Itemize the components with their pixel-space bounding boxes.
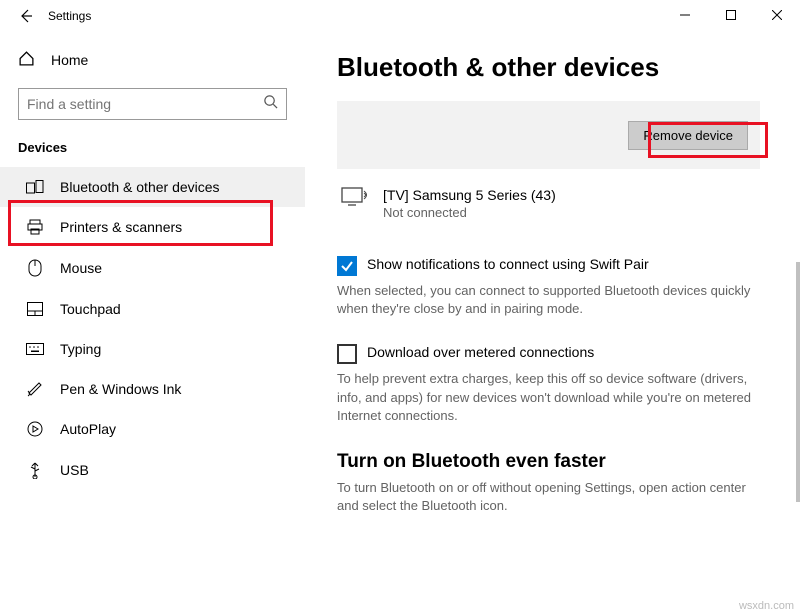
- remove-device-button[interactable]: Remove device: [628, 121, 748, 150]
- scrollbar[interactable]: [796, 262, 800, 502]
- maximize-button[interactable]: [708, 0, 754, 30]
- selected-device-banner: Remove device: [337, 101, 760, 169]
- page-title: Bluetooth & other devices: [337, 52, 760, 83]
- sidebar-item-autoplay[interactable]: AutoPlay: [0, 409, 305, 449]
- sidebar-item-touchpad[interactable]: Touchpad: [0, 289, 305, 329]
- sidebar-item-mouse[interactable]: Mouse: [0, 247, 305, 289]
- back-button[interactable]: [12, 8, 40, 24]
- touchpad-icon: [26, 302, 44, 316]
- sidebar-item-printers[interactable]: Printers & scanners: [0, 207, 305, 247]
- swift-pair-checkbox[interactable]: Show notifications to connect using Swif…: [337, 256, 760, 276]
- sidebar-item-typing[interactable]: Typing: [0, 329, 305, 369]
- sidebar-item-usb[interactable]: USB: [0, 449, 305, 491]
- devices-icon: [26, 180, 44, 194]
- usb-icon: [26, 461, 44, 479]
- sidebar-item-label: Mouse: [60, 260, 102, 276]
- autoplay-icon: [26, 421, 44, 437]
- swift-pair-description: When selected, you can connect to suppor…: [337, 282, 760, 318]
- device-name: [TV] Samsung 5 Series (43): [383, 187, 556, 203]
- swift-pair-label: Show notifications to connect using Swif…: [367, 256, 649, 272]
- search-box[interactable]: [18, 88, 287, 120]
- minimize-button[interactable]: [662, 0, 708, 30]
- tv-icon: [341, 187, 369, 214]
- window-title: Settings: [40, 9, 91, 23]
- printer-icon: [26, 219, 44, 235]
- home-icon: [18, 50, 35, 70]
- sidebar-item-label: Bluetooth & other devices: [60, 179, 220, 195]
- close-button[interactable]: [754, 0, 800, 30]
- search-input[interactable]: [27, 96, 263, 112]
- search-icon: [263, 94, 278, 114]
- faster-description: To turn Bluetooth on or off without open…: [337, 479, 760, 515]
- checkbox-unchecked-icon: [337, 344, 357, 364]
- metered-checkbox[interactable]: Download over metered connections: [337, 344, 760, 364]
- home-link[interactable]: Home: [0, 40, 305, 80]
- sidebar-item-pen[interactable]: Pen & Windows Ink: [0, 369, 305, 409]
- device-row[interactable]: [TV] Samsung 5 Series (43) Not connected: [337, 183, 760, 246]
- home-label: Home: [51, 52, 88, 68]
- main-content: Bluetooth & other devices Remove device …: [305, 32, 800, 616]
- sidebar-item-label: Printers & scanners: [60, 219, 182, 235]
- faster-heading: Turn on Bluetooth even faster: [337, 451, 760, 473]
- checkbox-checked-icon: [337, 256, 357, 276]
- sidebar-item-label: Typing: [60, 341, 101, 357]
- device-status: Not connected: [383, 205, 556, 220]
- sidebar: Home Devices Bluetooth & other devices P…: [0, 32, 305, 616]
- metered-label: Download over metered connections: [367, 344, 594, 360]
- sidebar-item-bluetooth[interactable]: Bluetooth & other devices: [0, 167, 305, 207]
- sidebar-item-label: USB: [60, 462, 89, 478]
- mouse-icon: [26, 259, 44, 277]
- sidebar-item-label: Pen & Windows Ink: [60, 381, 181, 397]
- sidebar-item-label: AutoPlay: [60, 421, 116, 437]
- metered-description: To help prevent extra charges, keep this…: [337, 370, 760, 425]
- pen-icon: [26, 381, 44, 397]
- sidebar-item-label: Touchpad: [60, 301, 121, 317]
- watermark: wsxdn.com: [739, 600, 794, 612]
- sidebar-section-label: Devices: [0, 134, 305, 167]
- keyboard-icon: [26, 343, 44, 355]
